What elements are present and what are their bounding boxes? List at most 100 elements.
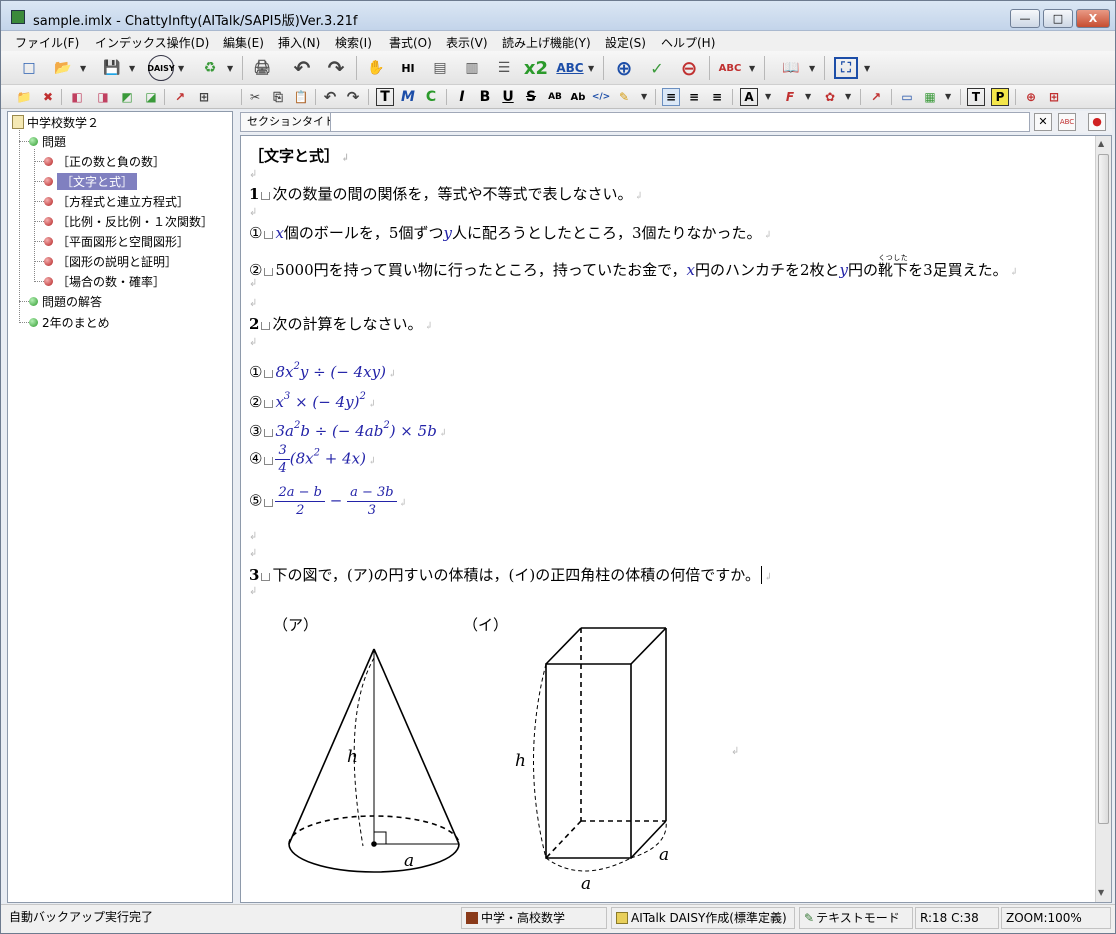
menu-format[interactable]: 書式(O) — [389, 34, 432, 51]
chevron-down-icon[interactable]: ▼ — [809, 64, 815, 73]
status-input-mode[interactable]: 中学・高校数学 — [461, 907, 607, 929]
font-style-icon[interactable]: F — [781, 88, 799, 106]
menu-edit[interactable]: 編集(E) — [223, 34, 264, 51]
superscript-icon[interactable]: AB — [546, 88, 564, 106]
insert-page-icon[interactable]: ⊕ — [1022, 88, 1040, 106]
font-size-icon[interactable]: Ab — [569, 88, 587, 106]
tree-node-equations[interactable]: ［方程式と連立方程式］ — [44, 192, 189, 210]
tree-node-summary[interactable]: 2年のまとめ — [29, 313, 110, 331]
daisy-icon[interactable]: DAISY — [147, 55, 175, 81]
menu-help[interactable]: ヘルプ(H) — [661, 34, 715, 51]
tree-root[interactable]: 中学校数学２ — [12, 113, 99, 131]
subscript-2-icon[interactable]: x2 — [523, 55, 549, 81]
indent-icon[interactable]: ◩ — [118, 88, 136, 106]
chevron-down-icon[interactable]: ▼ — [227, 64, 233, 73]
move-down-icon[interactable]: ◨ — [94, 88, 112, 106]
spellcheck-icon[interactable]: ABC — [717, 55, 743, 81]
chevron-down-icon[interactable]: ▼ — [845, 92, 851, 101]
align-left-icon[interactable]: ≡ — [662, 88, 680, 106]
status-voice-mode[interactable]: AITalk DAISY作成(標準定義) — [611, 907, 795, 929]
pp-icon[interactable]: P — [991, 88, 1009, 106]
zoom-fit-icon[interactable]: ✓ — [644, 55, 670, 81]
chevron-down-icon[interactable]: ▼ — [805, 92, 811, 101]
link-icon[interactable]: ↗ — [867, 88, 885, 106]
speak-line-icon[interactable]: ▥ — [459, 55, 485, 81]
redo-icon[interactable]: ↷ — [344, 88, 362, 106]
menu-file[interactable]: ファイル(F) — [15, 34, 79, 51]
hand-icon[interactable]: ✋ — [363, 55, 389, 81]
open-folder-icon[interactable]: 📂 — [50, 55, 76, 81]
copy-icon[interactable]: ⎘ — [269, 88, 287, 106]
font-icon[interactable]: A — [740, 88, 758, 106]
fullscreen-icon[interactable]: ⛶ — [834, 57, 858, 79]
read-aloud-icon[interactable]: 📖 — [778, 55, 804, 81]
outdent-icon[interactable]: ◪ — [142, 88, 160, 106]
menu-view[interactable]: 表示(V) — [446, 34, 488, 51]
cut-icon[interactable]: ✂ — [246, 88, 264, 106]
insert-table-icon[interactable]: ⊞ — [1045, 88, 1063, 106]
menu-reading[interactable]: 読み上げ機能(Y) — [502, 34, 591, 51]
math-mode-icon[interactable]: M — [399, 88, 417, 106]
menu-insert[interactable]: 挿入(N) — [278, 34, 320, 51]
move-up-icon[interactable]: ◧ — [68, 88, 86, 106]
tree-node-answers[interactable]: 問題の解答 — [29, 292, 102, 310]
highlight-icon[interactable]: HI — [395, 55, 421, 81]
tree-node-figures[interactable]: ［平面図形と空間図形］ — [44, 232, 189, 250]
chevron-down-icon[interactable]: ▼ — [178, 64, 184, 73]
chevron-down-icon[interactable]: ▼ — [749, 64, 755, 73]
tag-icon[interactable]: </> — [592, 88, 610, 106]
jump-icon[interactable]: ↗ — [171, 88, 189, 106]
menu-search[interactable]: 検索(I) — [335, 34, 372, 51]
redo-icon[interactable]: ↷ — [323, 55, 349, 81]
color-icon[interactable]: ✿ — [821, 88, 839, 106]
chem-mode-icon[interactable]: C — [422, 88, 440, 106]
expand-icon[interactable]: ⊞ — [195, 88, 213, 106]
menu-settings[interactable]: 設定(S) — [605, 34, 646, 51]
chevron-down-icon[interactable]: ▼ — [641, 92, 647, 101]
list-icon[interactable]: ☰ — [491, 55, 517, 81]
close-button[interactable]: X — [1076, 9, 1110, 28]
chevron-down-icon[interactable]: ▼ — [864, 64, 870, 73]
maximize-button[interactable]: □ — [1043, 9, 1073, 28]
undo-icon[interactable]: ↶ — [289, 55, 315, 81]
image-icon[interactable]: ▦ — [921, 88, 939, 106]
tree-node-letters[interactable]: ［文字と式］ — [44, 172, 138, 190]
zoom-out-icon[interactable]: ⊖ — [676, 55, 702, 81]
status-text-mode[interactable]: ✎ テキストモード — [799, 907, 913, 929]
close-icon[interactable]: ✕ — [1034, 113, 1052, 131]
annotation-icon[interactable]: ✎ — [615, 88, 633, 106]
vertical-scrollbar[interactable]: ▲ ▼ — [1095, 136, 1111, 902]
document-editor[interactable]: ［文字と式］ ↲ ↲ 1 次の数量の間の関係を，等式や不等式で表しなさい。 ↲ ↲ ①… — [240, 135, 1112, 903]
align-right-icon[interactable]: ≡ — [708, 88, 726, 106]
tree-node-probability[interactable]: ［場合の数・確率］ — [44, 272, 165, 290]
delete-section-icon[interactable]: ✖ — [39, 88, 57, 106]
frame-icon[interactable]: ▭ — [898, 88, 916, 106]
scrollbar-thumb[interactable] — [1098, 154, 1109, 824]
tree-node-proof[interactable]: ［図形の説明と証明］ — [44, 252, 177, 270]
chevron-down-icon[interactable]: ▼ — [945, 92, 951, 101]
strike-icon[interactable]: S — [522, 88, 540, 106]
scroll-up-icon[interactable]: ▲ — [1098, 139, 1104, 148]
chevron-down-icon[interactable]: ▼ — [588, 64, 594, 73]
tree-node-problems[interactable]: 問題 — [29, 132, 66, 150]
italic-icon[interactable]: I — [453, 88, 471, 106]
minimize-button[interactable]: — — [1010, 9, 1040, 28]
tree-node-numbers[interactable]: ［正の数と負の数］ — [44, 152, 165, 170]
new-file-icon[interactable]: □ — [16, 55, 42, 81]
tree-node-proportion[interactable]: ［比例・反比例・１次関数］ — [44, 212, 213, 230]
paste-icon[interactable]: 📋 — [292, 88, 310, 106]
scroll-down-icon[interactable]: ▼ — [1098, 888, 1104, 897]
save-icon[interactable]: 💾 — [99, 55, 125, 81]
align-center-icon[interactable]: ≡ — [685, 88, 703, 106]
speak-block-icon[interactable]: ▤ — [427, 55, 453, 81]
chevron-down-icon[interactable]: ▼ — [80, 64, 86, 73]
underline-icon[interactable]: U — [499, 88, 517, 106]
stop-icon[interactable]: ● — [1088, 113, 1106, 131]
new-section-icon[interactable]: 📁 — [15, 88, 33, 106]
section-title-input[interactable] — [330, 112, 1030, 132]
chevron-down-icon[interactable]: ▼ — [129, 64, 135, 73]
menu-index[interactable]: インデックス操作(D) — [95, 34, 209, 51]
abc-icon[interactable]: ABC — [556, 55, 583, 81]
tt-icon[interactable]: T — [967, 88, 985, 106]
undo-icon[interactable]: ↶ — [321, 88, 339, 106]
